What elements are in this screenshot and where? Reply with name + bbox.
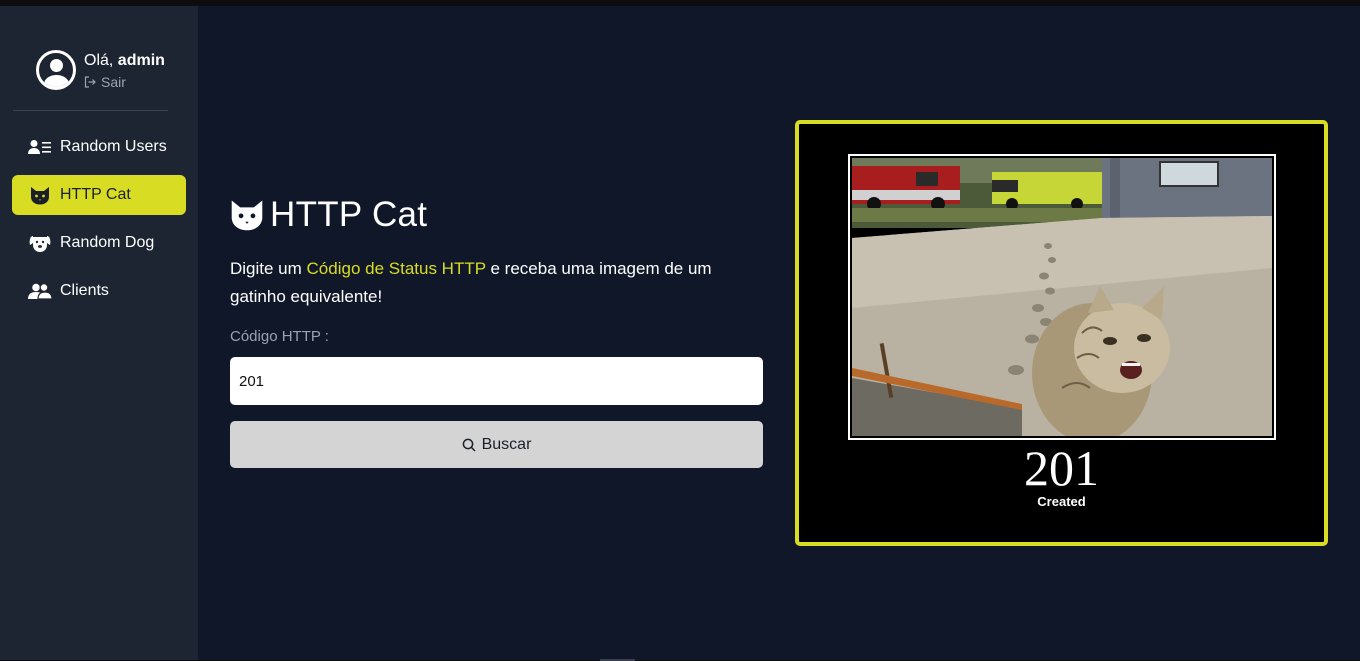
logout-icon	[84, 76, 96, 88]
page-description: Digite um Código de Status HTTP e receba…	[230, 255, 770, 311]
sidebar-item-label: Random Users	[60, 138, 167, 155]
http-code-input[interactable]	[230, 357, 763, 405]
sidebar: Olá, admin Sair Random Users HTTP Cat Ra…	[0, 6, 198, 660]
dog-icon	[28, 233, 52, 253]
search-button-label: Buscar	[481, 435, 532, 453]
greeting-prefix: Olá,	[84, 52, 114, 69]
description-before: Digite um	[230, 259, 307, 278]
sidebar-item-clients[interactable]: Clients	[12, 271, 186, 311]
search-icon	[462, 438, 476, 452]
cat-photo-frame	[848, 154, 1276, 440]
logout-link[interactable]: Sair	[84, 74, 165, 90]
greeting: Olá, admin	[84, 51, 165, 71]
sidebar-item-label: HTTP Cat	[60, 186, 131, 203]
user-info: Olá, admin Sair	[84, 51, 165, 90]
sidebar-item-random-dog[interactable]: Random Dog	[12, 223, 186, 263]
sidebar-item-label: Random Dog	[60, 234, 155, 251]
cat-photo	[852, 158, 1272, 436]
page-heading: HTTP Cat	[230, 195, 427, 235]
result-image-card: 201 Created	[795, 120, 1328, 546]
description-highlight: Código de Status HTTP	[306, 259, 486, 278]
avatar-icon	[36, 50, 76, 90]
logout-label: Sair	[101, 74, 126, 90]
users-list-icon	[28, 137, 52, 157]
username: admin	[117, 52, 165, 69]
sidebar-item-random-users[interactable]: Random Users	[12, 127, 186, 167]
sidebar-item-http-cat[interactable]: HTTP Cat	[12, 175, 186, 215]
sidebar-nav: Random Users HTTP Cat Random Dog Clients	[12, 127, 186, 319]
user-block: Olá, admin Sair	[36, 50, 165, 90]
clients-icon	[28, 281, 52, 301]
http-code-label: Código HTTP :	[230, 328, 329, 345]
search-button[interactable]: Buscar	[230, 421, 763, 468]
cat-icon	[28, 185, 52, 205]
sidebar-item-label: Clients	[60, 282, 109, 299]
page-title: HTTP Cat	[270, 195, 428, 234]
status-message-text: Created	[1037, 494, 1086, 509]
cat-icon	[231, 200, 263, 231]
sidebar-divider	[13, 110, 168, 111]
status-code-text: 201	[1024, 440, 1099, 496]
